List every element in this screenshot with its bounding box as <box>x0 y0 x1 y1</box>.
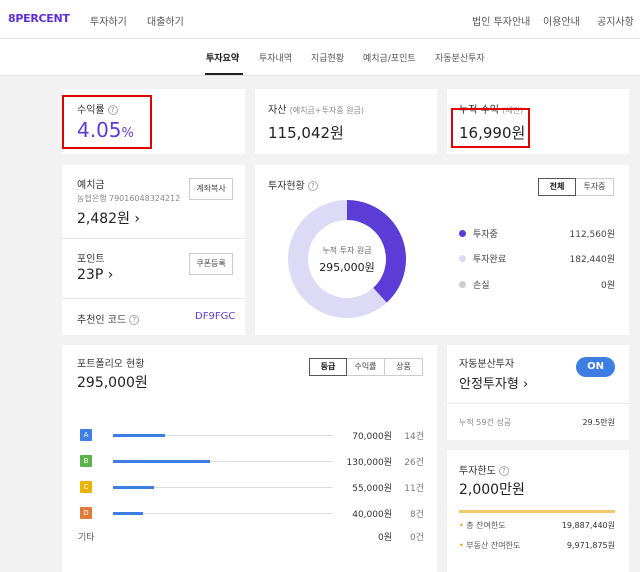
legend-dot <box>459 230 466 237</box>
ratio-bar <box>113 486 154 489</box>
divider <box>62 238 245 239</box>
active-tab-underline <box>205 73 243 75</box>
donut-center-value: 295,000원 <box>319 261 375 274</box>
referral-label: 추천인 코드? <box>77 311 140 326</box>
limit-row-realestate: • 부동산 잔여한도 9,971,875원 <box>459 541 615 550</box>
asset-label: 자산 (예치금+투자중 원금) <box>268 105 364 116</box>
ratio-track <box>113 486 333 489</box>
account-number: 농협은행 79016048324212 <box>77 194 181 203</box>
grade-badge: D <box>80 507 92 519</box>
nav-invest[interactable]: 투자하기 <box>90 13 127 28</box>
chevron-right-icon: › <box>522 377 529 392</box>
copy-account-button[interactable]: 계좌복사 <box>189 178 233 200</box>
help-icon[interactable]: ? <box>129 315 140 325</box>
legend-investing: 투자중 112,560원 <box>457 227 615 241</box>
highlight-box-income <box>451 108 530 148</box>
legend-loss: 손실 0원 <box>457 278 615 292</box>
grade-badge: C <box>80 481 92 493</box>
referral-code[interactable]: DF9FGC <box>195 311 235 322</box>
portfolio-row-b: B 130,000원 26건 <box>78 455 424 469</box>
tab-deposit-point[interactable]: 예치금/포인트 <box>363 51 416 64</box>
portfolio-title: 포트폴리오 현황 <box>77 359 145 370</box>
limit-bar <box>459 510 615 513</box>
chevron-right-icon: › <box>134 211 141 227</box>
legend-completed: 투자완료 182,440원 <box>457 252 615 266</box>
limit-row-total: • 총 잔여한도 19,887,440원 <box>459 521 615 530</box>
portfolio-row-a: A 70,000원 14건 <box>78 429 424 443</box>
nav-guide[interactable]: 이용안내 <box>543 13 580 28</box>
tab-grade[interactable]: 등급 <box>309 358 347 376</box>
chevron-right-icon: › <box>107 267 114 283</box>
tab-history[interactable]: 투자내역 <box>259 51 292 64</box>
donut-center-label: 누적 투자 원금 <box>322 246 372 255</box>
point-label: 포인트 <box>77 254 105 265</box>
auto-invest-toggle[interactable]: ON <box>576 357 615 377</box>
tab-yield[interactable]: 수익률 <box>347 358 385 376</box>
ratio-bar <box>113 512 143 515</box>
tab-payment[interactable]: 지급현황 <box>311 51 344 64</box>
legend-dot <box>459 281 466 288</box>
portfolio-row-c: C 55,000원 11건 <box>78 481 424 495</box>
logo[interactable]: 8PERCENT <box>8 12 70 25</box>
grade-badge: A <box>80 429 92 441</box>
tab-all[interactable]: 전체 <box>538 178 576 196</box>
tab-investing[interactable]: 투자중 <box>576 178 614 196</box>
portfolio-row-other: 기타 0원 0건 <box>78 533 424 543</box>
top-header: 8PERCENT 투자하기 대출하기 법인 투자안내 이용안내 공지사항 <box>0 0 640 39</box>
divider <box>62 298 245 299</box>
limit-value: 2,000만원 <box>459 482 525 498</box>
asset-value: 115,042원 <box>268 124 344 142</box>
portfolio-row-d: D 40,000원 8건 <box>78 507 424 521</box>
investment-status-title: 투자현황? <box>268 177 318 192</box>
ratio-bar <box>113 434 166 437</box>
divider <box>447 403 629 404</box>
tab-summary[interactable]: 투자요약 <box>206 51 239 64</box>
legend-dot <box>459 255 466 262</box>
point-value[interactable]: 23P › <box>77 267 113 283</box>
auto-invest-count: 누적 59건 성공 <box>459 418 512 427</box>
grade-badge: B <box>80 455 92 467</box>
ratio-bar <box>113 460 210 463</box>
ratio-track <box>113 460 333 463</box>
portfolio-total: 295,000원 <box>77 375 148 391</box>
limit-label: 투자한도? <box>459 462 509 477</box>
investment-filter-tabs: 전체 투자중 <box>538 178 614 196</box>
auto-invest-type[interactable]: 안정투자형 › <box>459 373 528 392</box>
help-icon[interactable]: ? <box>307 181 318 191</box>
deposit-label: 예치금 <box>77 180 105 191</box>
nav-loan[interactable]: 대출하기 <box>147 13 184 28</box>
coupon-register-button[interactable]: 쿠폰등록 <box>189 253 233 275</box>
highlight-box-yield <box>62 95 152 149</box>
nav-corporate[interactable]: 법인 투자안내 <box>472 13 530 28</box>
ratio-track <box>113 434 333 437</box>
help-icon[interactable]: ? <box>498 466 509 476</box>
sub-navigation: 투자요약 투자내역 지급현황 예치금/포인트 자동분산투자 <box>0 39 640 76</box>
ratio-track <box>113 512 333 515</box>
auto-invest-label: 자동분산투자 <box>459 359 515 370</box>
deposit-value[interactable]: 2,482원 › <box>77 208 140 228</box>
tab-product[interactable]: 상품 <box>385 358 423 376</box>
nav-notice[interactable]: 공지사항 <box>597 13 634 28</box>
portfolio-tabs: 등급 수익률 상품 <box>309 358 423 376</box>
tab-auto-invest[interactable]: 자동분산투자 <box>435 51 485 64</box>
auto-invest-amount: 29.5만원 <box>582 418 615 427</box>
